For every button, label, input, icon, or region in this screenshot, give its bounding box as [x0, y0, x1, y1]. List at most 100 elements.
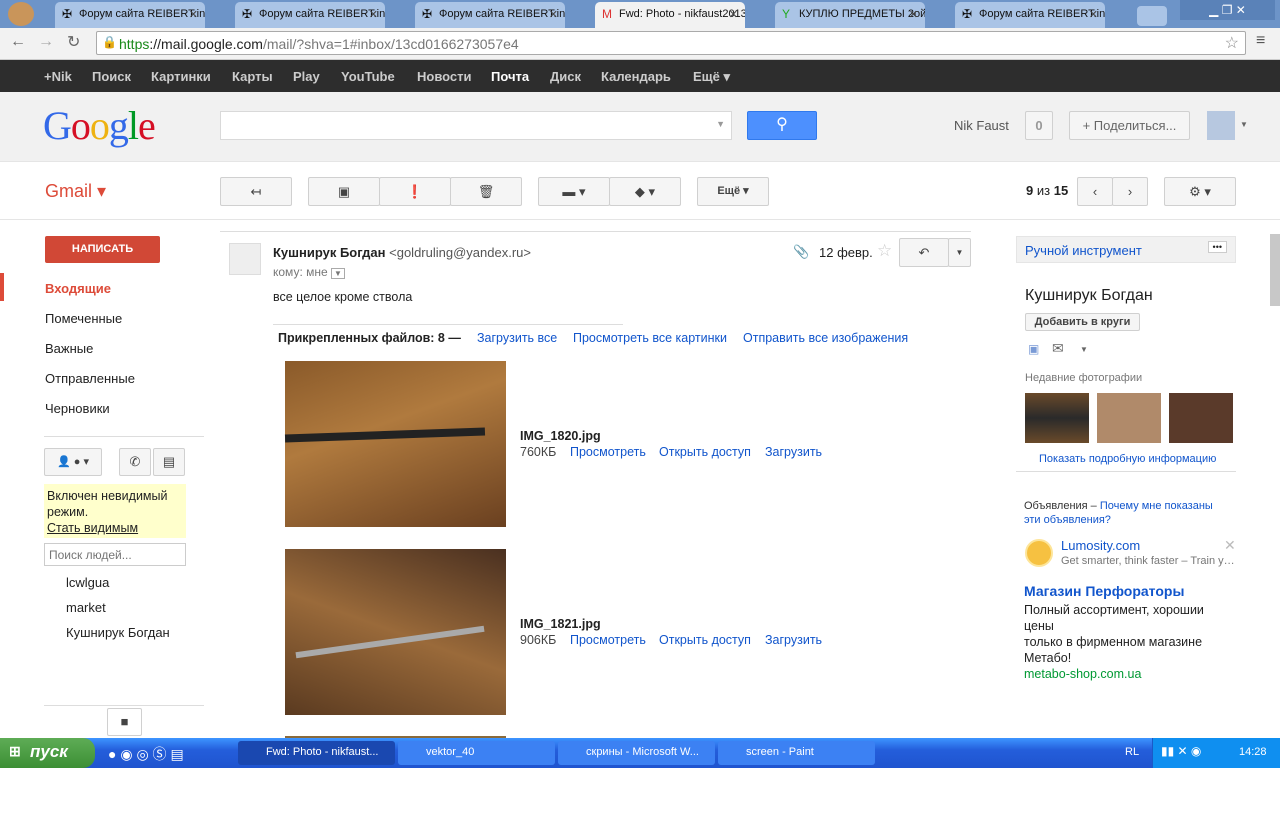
become-visible-link[interactable]: Стать видимым	[47, 520, 183, 536]
share-link[interactable]: Открыть доступ	[659, 445, 751, 459]
close-icon[interactable]: ✕	[909, 8, 918, 21]
download-all-link[interactable]: Загрузить все	[477, 331, 557, 345]
contact-item[interactable]: lcwlgua	[66, 575, 109, 590]
chat-button[interactable]: ▤	[153, 448, 185, 476]
add-to-circles-button[interactable]: Добавить в круги	[1025, 313, 1140, 331]
chat-status-button[interactable]: 👤 ● ▾	[44, 448, 102, 476]
gbar-link[interactable]: +Nik	[44, 69, 72, 84]
browser-tab-active[interactable]: M Fwd: Photo - nikfaust2013 ✕	[595, 2, 745, 28]
nav-sent[interactable]: Отправленные	[45, 371, 135, 386]
contact-item[interactable]: Кушнирук Богдан	[66, 625, 170, 640]
recent-photo[interactable]	[1025, 393, 1089, 443]
close-icon[interactable]: ✕	[1224, 537, 1236, 554]
mail-icon[interactable]: ✉	[1052, 340, 1064, 357]
ad-title[interactable]: Магазин Перфораторы	[1024, 583, 1184, 599]
send-all-link[interactable]: Отправить все изображения	[743, 331, 908, 345]
recipients[interactable]: кому: мне ▼	[273, 265, 345, 279]
profile-avatar-icon[interactable]	[8, 2, 34, 26]
ad-url[interactable]: metabo-shop.com.ua	[1024, 666, 1224, 682]
contact-item[interactable]: market	[66, 600, 106, 615]
view-link[interactable]: Просмотреть	[570, 445, 646, 459]
nav-drafts[interactable]: Черновики	[45, 401, 110, 416]
gbar-link[interactable]: Новости	[417, 69, 472, 84]
ad-title[interactable]: Lumosity.com	[1061, 538, 1140, 553]
people-search-input[interactable]	[44, 543, 186, 566]
user-name[interactable]: Nik Faust	[954, 118, 1009, 133]
window-controls[interactable]: ▁ ❐ ✕	[1180, 0, 1275, 20]
next-button[interactable]: ›	[1112, 177, 1148, 206]
reply-button[interactable]: ↶	[899, 238, 949, 267]
spam-button[interactable]: ❗	[379, 177, 451, 206]
chat-toggle-button[interactable]: ■	[107, 708, 142, 736]
view-all-link[interactable]: Просмотреть все картинки	[573, 331, 727, 345]
gbar-more[interactable]: Ещё ▾	[693, 69, 730, 85]
gbar-link[interactable]: Календарь	[601, 69, 671, 84]
star-icon[interactable]: ☆	[1225, 33, 1239, 53]
close-icon[interactable]: ✕	[1089, 8, 1098, 21]
gbar-link[interactable]: Картинки	[151, 69, 211, 84]
attachment-thumbnail[interactable]	[285, 549, 506, 715]
tray-icons[interactable]: ▮▮ ✕ ◉	[1161, 744, 1201, 758]
browser-tab[interactable]: Y КУПЛЮ ПРЕДМЕТЫ 2ой М ✕	[775, 2, 925, 28]
browser-tab[interactable]: ✠ Форум сайта REIBERT.info ✕	[235, 2, 385, 28]
gbar-link-active[interactable]: Почта	[491, 69, 529, 84]
gbar-link[interactable]: Карты	[232, 69, 273, 84]
taskbar-item[interactable]: скрины - Microsoft W...	[558, 741, 715, 765]
url-input[interactable]: 🔒 https://mail.google.com/mail/?shva=1#in…	[96, 31, 1246, 55]
back-to-inbox-button[interactable]: ↤	[220, 177, 292, 206]
forward-icon[interactable]: →	[38, 33, 54, 51]
google-logo[interactable]: Google	[43, 102, 156, 149]
download-link[interactable]: Загрузить	[765, 445, 822, 459]
close-icon[interactable]: ✕	[369, 8, 378, 21]
notifications-button[interactable]: 0	[1025, 111, 1053, 140]
gbar-link[interactable]: YouTube	[341, 69, 395, 84]
search-input[interactable]: ▼	[220, 111, 732, 140]
recent-photo[interactable]	[1169, 393, 1233, 443]
attachment-thumbnail[interactable]	[284, 361, 506, 527]
back-icon[interactable]: ←	[10, 33, 26, 51]
hangout-icon[interactable]: ▣	[1028, 342, 1039, 356]
labels-button[interactable]: ◆ ▾	[609, 177, 681, 206]
taskbar-item-active[interactable]: Fwd: Photo - nikfaust...	[238, 741, 395, 765]
avatar[interactable]	[1207, 111, 1235, 140]
start-button[interactable]: ⊞ пуск	[0, 738, 95, 768]
search-button[interactable]: ⚲	[747, 111, 817, 140]
gadget-title[interactable]: Ручной инструмент	[1025, 243, 1142, 258]
chevron-down-icon[interactable]: ▼	[1080, 345, 1088, 354]
gbar-link[interactable]: Диск	[550, 69, 581, 84]
reload-icon[interactable]: ↻	[67, 32, 80, 52]
archive-button[interactable]: ▣	[308, 177, 380, 206]
settings-button[interactable]: ⚙ ▾	[1164, 177, 1236, 206]
sender[interactable]: Кушнирук Богдан <goldruling@yandex.ru>	[273, 245, 531, 260]
share-button[interactable]: + Поделиться...	[1069, 111, 1190, 140]
scrollbar-thumb[interactable]	[1270, 234, 1280, 306]
nav-inbox[interactable]: Входящие	[45, 281, 111, 296]
quicklaunch-icons[interactable]: ● ◉ ◎ Ⓢ ▤	[108, 744, 184, 764]
browser-tab[interactable]: ✠ Форум сайта REIBERT.info ✕	[955, 2, 1105, 28]
gbar-link[interactable]: Поиск	[92, 69, 131, 84]
language-indicator[interactable]: RL	[1125, 746, 1139, 758]
download-link[interactable]: Загрузить	[765, 633, 822, 647]
taskbar-item[interactable]: vektor_40	[398, 741, 555, 765]
close-icon[interactable]: ✕	[549, 8, 558, 21]
compose-button[interactable]: НАПИСАТЬ	[45, 236, 160, 263]
nav-starred[interactable]: Помеченные	[45, 311, 122, 326]
chevron-down-icon[interactable]: ▼	[716, 119, 725, 129]
gmail-menu[interactable]: Gmail ▾	[45, 181, 106, 202]
delete-button[interactable]: 🗑	[450, 177, 522, 206]
browser-tab[interactable]: ✠ Форум сайта REIBERT.info ✕	[55, 2, 205, 28]
move-to-button[interactable]: ▬ ▾	[538, 177, 610, 206]
taskbar-item[interactable]: screen - Paint	[718, 741, 875, 765]
new-tab-button[interactable]	[1137, 6, 1167, 26]
prev-button[interactable]: ‹	[1077, 177, 1113, 206]
browser-tab[interactable]: ✠ Форум сайта REIBERT.info ✕	[415, 2, 565, 28]
close-icon[interactable]: ✕	[189, 8, 198, 21]
view-link[interactable]: Просмотреть	[570, 633, 646, 647]
nav-important[interactable]: Важные	[45, 341, 93, 356]
star-icon[interactable]: ☆	[877, 241, 892, 261]
gbar-link[interactable]: Play	[293, 69, 320, 84]
more-button[interactable]: Ещё ▾	[697, 177, 769, 206]
close-icon[interactable]: ✕	[729, 8, 738, 21]
menu-icon[interactable]: ≡	[1256, 32, 1265, 50]
more-actions-button[interactable]: ▼	[948, 238, 971, 267]
